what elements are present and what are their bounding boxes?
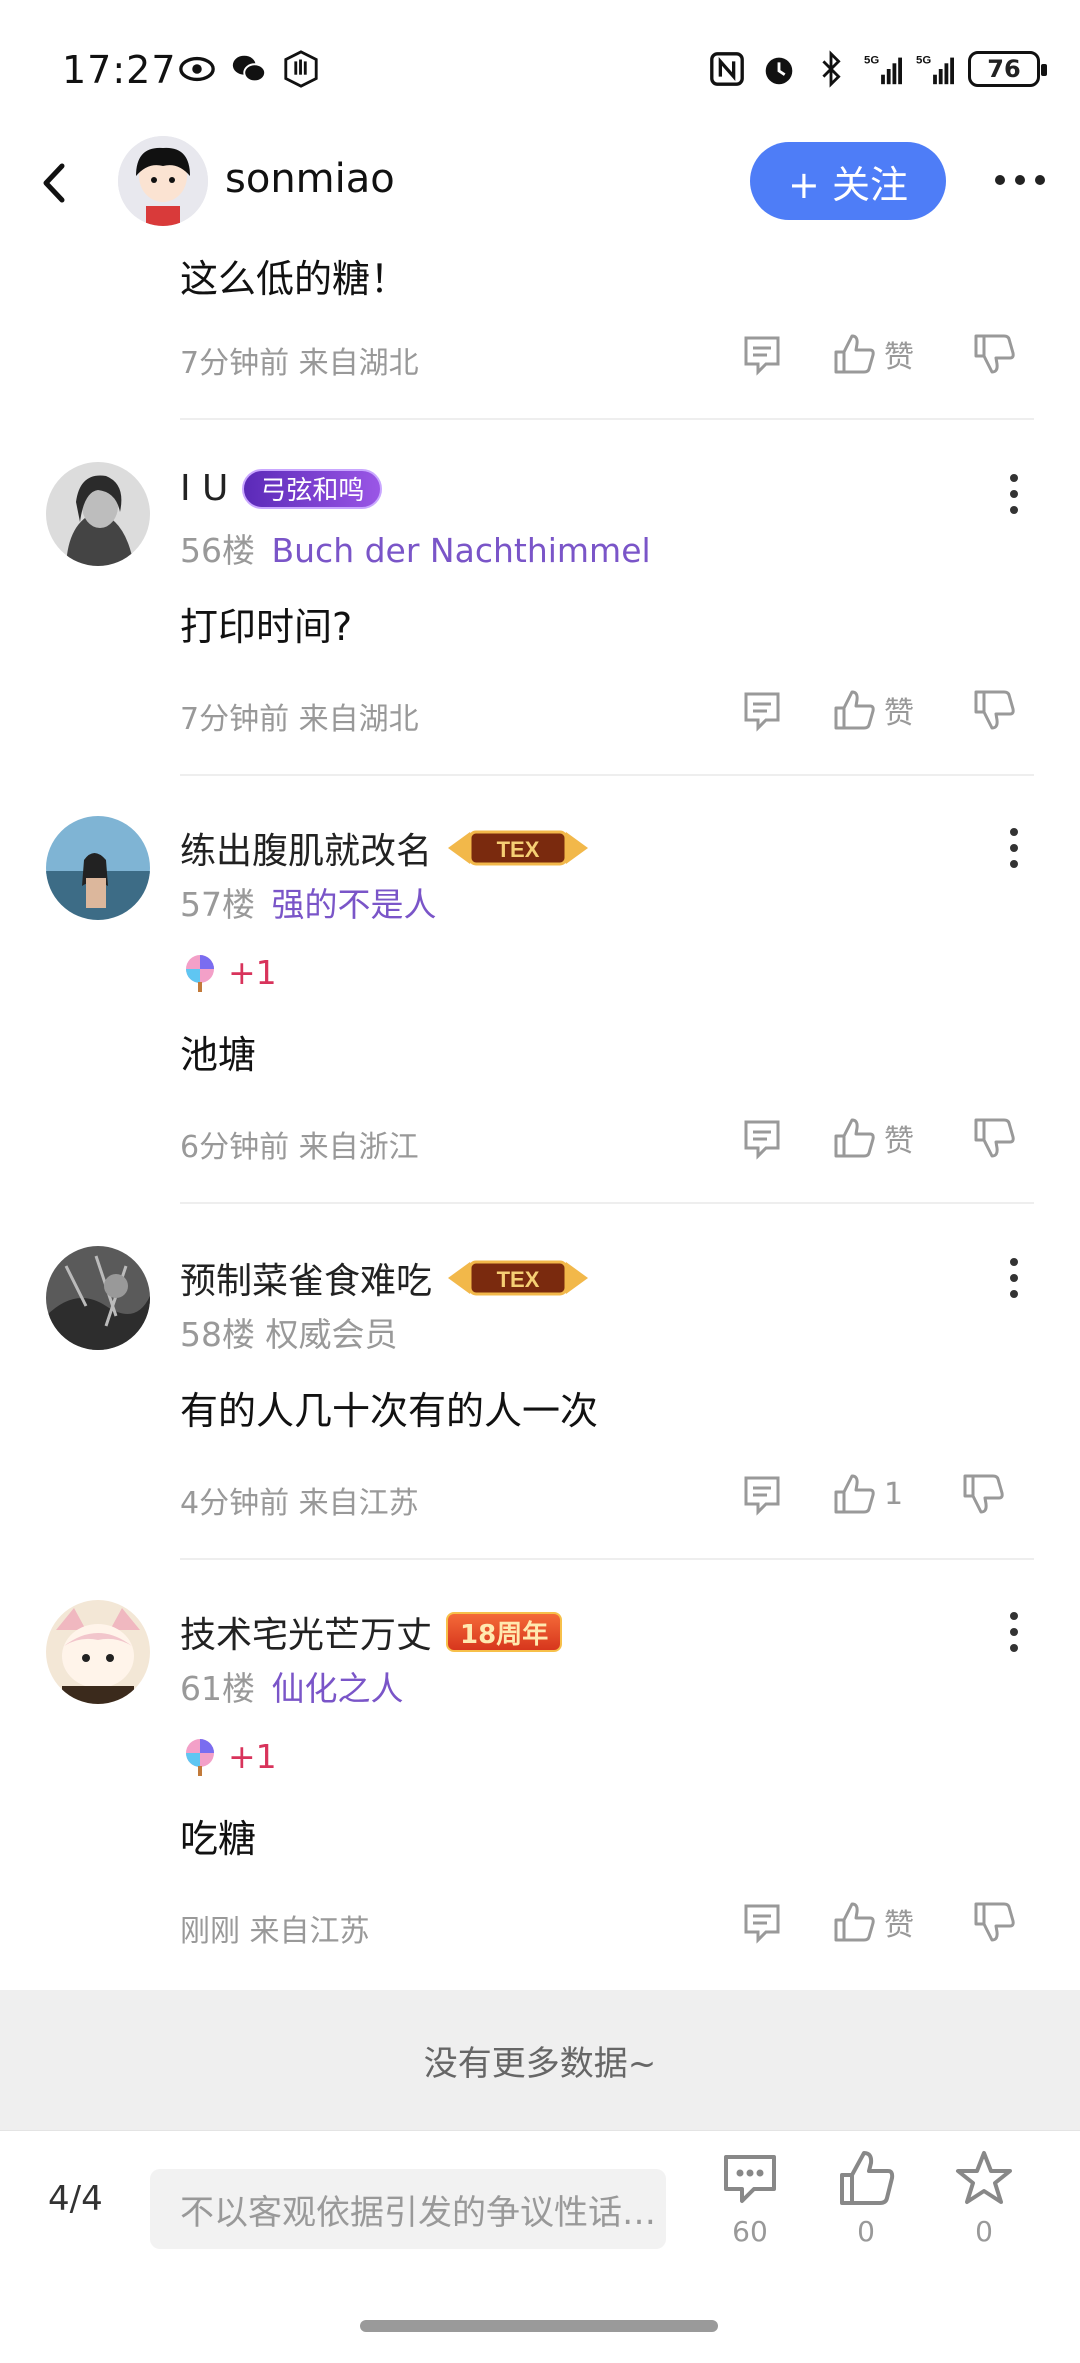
- reply-icon[interactable]: [740, 1900, 784, 1944]
- follow-button[interactable]: + 关注: [750, 142, 946, 220]
- divider: [180, 1202, 1034, 1204]
- signal-5g-icon-2: 5G: [916, 54, 954, 85]
- thumbs-up-icon: [840, 2151, 895, 2205]
- favorite-button[interactable]: 0: [944, 2149, 1024, 2248]
- back-icon[interactable]: [30, 158, 80, 208]
- alarm-icon: [765, 57, 793, 85]
- member-title: Buch der Nachthimmel: [271, 531, 651, 570]
- avatar[interactable]: [46, 816, 150, 920]
- comment-meta: 7分钟前 来自湖北: [180, 346, 419, 381]
- thumbs-up-icon: [834, 334, 875, 374]
- signal-5g-icon: 5G: [864, 54, 902, 85]
- member-title: 仙化之人: [271, 1669, 404, 1708]
- comment-content: 打印时间?: [180, 605, 353, 649]
- avatar[interactable]: [46, 1600, 150, 1704]
- comment-content: 吃糖: [180, 1817, 257, 1861]
- lollipop-icon: [186, 1739, 214, 1776]
- comment-meta: 刚刚 来自江苏: [180, 1914, 370, 1949]
- anniversary-badge: 18周年: [446, 1612, 563, 1652]
- divider: [180, 1558, 1034, 1560]
- battery-icon: 76: [968, 51, 1047, 87]
- reply-icon[interactable]: [740, 1116, 784, 1160]
- more-vertical-icon[interactable]: [1004, 470, 1024, 518]
- reply-icon[interactable]: [740, 1472, 784, 1516]
- star-icon: [956, 2151, 1012, 2204]
- thumbs-down-icon[interactable]: [961, 1472, 1005, 1516]
- svg-text:TEX: TEX: [497, 837, 540, 862]
- like-button[interactable]: 赞: [832, 688, 914, 732]
- comment-content: 有的人几十次有的人一次: [180, 1389, 599, 1433]
- floor-number: 61楼: [180, 1669, 255, 1708]
- no-more-data: 没有更多数据~: [0, 1990, 1080, 2130]
- svg-text:TEX: TEX: [497, 1267, 540, 1292]
- thumbs-up-icon: [834, 1902, 875, 1942]
- thumbs-down-icon[interactable]: [972, 1116, 1016, 1160]
- avatar[interactable]: [46, 462, 150, 566]
- thread-header: sonmiao + 关注: [0, 130, 1080, 240]
- like-button[interactable]: 赞: [832, 1900, 914, 1944]
- username[interactable]: 预制菜雀食难吃: [180, 1252, 432, 1304]
- username[interactable]: 技术宅光芒万丈: [180, 1606, 432, 1658]
- floor-number: 56楼: [180, 531, 255, 570]
- nfc-icon: [710, 52, 744, 86]
- reply-icon[interactable]: [740, 332, 784, 376]
- thumbs-up-icon: [834, 1474, 875, 1514]
- comment-meta: 6分钟前 来自浙江: [180, 1130, 419, 1165]
- comment-content: 这么低的糖！: [180, 257, 409, 301]
- favorites-count: 0: [975, 2215, 993, 2248]
- comments-button[interactable]: 60: [710, 2149, 790, 2248]
- like-button[interactable]: 赞: [832, 1116, 914, 1160]
- more-vertical-icon[interactable]: [1004, 1608, 1024, 1656]
- reply-input[interactable]: 不以客观依据引发的争议性话…: [150, 2169, 666, 2249]
- header-username[interactable]: sonmiao: [225, 156, 395, 202]
- comment-meta: 4分钟前 来自江苏: [180, 1486, 419, 1521]
- more-vertical-icon[interactable]: [1004, 824, 1024, 872]
- comments-count: 60: [732, 2215, 768, 2248]
- member-title: 强的不是人: [271, 885, 437, 924]
- likes-count: 0: [857, 2215, 875, 2248]
- status-time: 17:27: [62, 48, 177, 92]
- svg-text:5G: 5G: [916, 54, 931, 66]
- home-indicator[interactable]: [360, 2320, 718, 2332]
- tex-badge: TEX: [448, 1260, 589, 1296]
- like-button[interactable]: 赞: [832, 332, 914, 376]
- hand-icon: [284, 50, 318, 88]
- username[interactable]: I U: [180, 468, 228, 509]
- gift-indicator: +1: [180, 952, 277, 992]
- bluetooth-icon: [822, 50, 841, 88]
- reply-icon[interactable]: [740, 688, 784, 732]
- tex-badge: TEX: [448, 830, 589, 866]
- bottom-bar: 4/4 不以客观依据引发的争议性话… 60 0 0: [0, 2130, 1080, 2280]
- divider: [180, 774, 1034, 776]
- comment-icon: [724, 2155, 776, 2203]
- svg-text:5G: 5G: [864, 54, 879, 66]
- lollipop-icon: [186, 955, 214, 992]
- badge: 弓弦和鸣: [242, 468, 383, 509]
- more-vertical-icon[interactable]: [1004, 1254, 1024, 1302]
- thumbs-down-icon[interactable]: [972, 1900, 1016, 1944]
- header-avatar[interactable]: [118, 136, 208, 226]
- floor-number: 57楼: [180, 885, 255, 924]
- comment-meta: 7分钟前 来自湖北: [180, 702, 419, 737]
- avatar[interactable]: [46, 1246, 150, 1350]
- gift-indicator: +1: [180, 1736, 277, 1776]
- status-bar: 17:27 5G 5G 76: [0, 0, 1080, 130]
- like-button[interactable]: 1: [832, 1472, 903, 1516]
- eye-icon: [179, 56, 215, 82]
- like-thread-button[interactable]: 0: [826, 2149, 906, 2248]
- comment-content: 池塘: [180, 1033, 257, 1077]
- member-title: 权威会员: [265, 1315, 398, 1354]
- divider: [180, 418, 1034, 420]
- thumbs-down-icon[interactable]: [972, 332, 1016, 376]
- thumbs-down-icon[interactable]: [972, 688, 1016, 732]
- username[interactable]: 练出腹肌就改名: [180, 822, 432, 874]
- page-indicator[interactable]: 4/4: [48, 2179, 103, 2219]
- thumbs-up-icon: [834, 690, 875, 730]
- more-options-icon[interactable]: [990, 160, 1050, 200]
- wechat-icon: [232, 55, 267, 83]
- thumbs-up-icon: [834, 1118, 875, 1158]
- floor-number: 58楼: [180, 1315, 255, 1354]
